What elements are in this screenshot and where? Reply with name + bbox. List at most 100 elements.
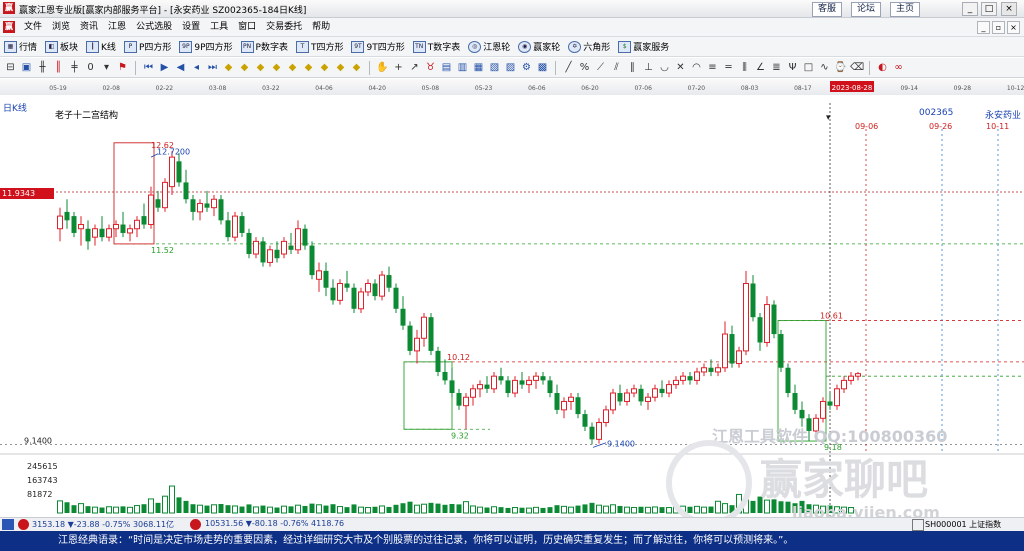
diamond-right-icon[interactable]: ◆ [286,61,299,74]
cycle-icon[interactable]: ◡ [658,61,671,74]
fan-icon[interactable]: ⟋ [594,61,607,74]
sh-index-quote[interactable]: 3153.18 ▼-23.88 -0.75% 3068.11亿 [32,519,174,530]
trendline-icon[interactable]: ↗ [408,61,421,74]
minimize-button[interactable]: _ [962,2,978,16]
diamond-up-icon[interactable]: ◆ [238,61,251,74]
calendar-icon[interactable]: ▦ [472,61,485,74]
layout-icon[interactable]: ▣ [20,61,33,74]
menu-formula-screen[interactable]: 公式选股 [131,21,177,33]
sz-index-quote[interactable]: 10531.56 ▼-80.18 -0.76% 4118.76 [205,519,344,528]
menu-trade[interactable]: 交易委托 [261,21,307,33]
gann-wheel-button[interactable]: ◎ 江恩轮 [468,40,510,53]
sector-button[interactable]: ◧ 板块 [45,40,78,53]
candle-body [757,317,763,343]
menu-window[interactable]: 窗口 [233,21,261,33]
text-box-icon[interactable]: ▥ [456,61,469,74]
candle-body [323,270,329,288]
delete-icon[interactable]: ⌫ [850,61,864,74]
menu-gann[interactable]: 江恩 [103,21,131,33]
cup-icon[interactable]: ♉ [424,61,437,74]
diamond-left-icon[interactable]: ◆ [270,61,283,74]
gann-line-icon[interactable]: ⫼ [738,61,751,74]
hexagon-button[interactable]: ✡ 六角形 [568,40,610,53]
diamond-zoom-in-icon[interactable]: ◆ [302,61,315,74]
diamond-zoom-out-icon[interactable]: ◆ [318,61,331,74]
play-left-icon[interactable]: ◀ [174,61,187,74]
candle-body [743,283,749,352]
last-bar-icon[interactable]: ⏭ [206,61,219,74]
speed-icon[interactable]: ≣ [770,61,783,74]
kline-button[interactable]: ┃ K线 [86,40,116,53]
menu-tools[interactable]: 工具 [205,21,233,33]
arc-icon[interactable]: ◠ [690,61,703,74]
forum-link[interactable]: 论坛 [851,2,882,17]
crosshair-icon[interactable]: + [392,61,405,74]
mdi-minimize-button[interactable]: _ [977,21,990,34]
tools-icon[interactable]: ⚙ [520,61,533,74]
mdi-restore-button[interactable]: ▫ [992,21,1005,34]
winner-service-button[interactable]: $ 赢家服务 [618,40,669,53]
volume-bar [71,505,77,513]
time-icon[interactable]: ⌚ [834,61,847,74]
homepage-link[interactable]: 主页 [890,2,921,17]
line-tool-icon[interactable]: ╱ [562,61,575,74]
t-number-table-button[interactable]: TN T数字表 [412,40,460,53]
diamond-reset-icon[interactable]: ◆ [350,61,363,74]
square-icon[interactable]: □ [802,61,815,74]
9t-square-button[interactable]: 9T 9T四方形 [351,40,405,53]
bar-chart-icon[interactable]: ║ [52,61,65,74]
record-icon[interactable]: ◐ [876,61,889,74]
menu-browse[interactable]: 浏览 [47,21,75,33]
menu-bar: 赢 文件 浏览 资讯 江恩 公式选股 设置 工具 窗口 交易委托 帮助 _ ▫ … [0,18,1024,37]
index-label[interactable]: SH000001 上证指数 [925,519,1001,530]
channel-icon[interactable]: ⫽ [610,61,623,74]
volume-bar [428,502,434,513]
ruler-icon[interactable]: ⊥ [642,61,655,74]
grid-status-icon[interactable] [2,519,14,530]
first-bar-icon[interactable]: ⏮ [142,61,155,74]
app-menu-icon[interactable]: 赢 [3,21,15,33]
period-select-icon[interactable]: ⊟ [4,61,17,74]
step-back-icon[interactable]: ◂ [190,61,203,74]
customer-service-link[interactable]: 客服 [812,2,843,17]
infinity-icon[interactable]: ∞ [892,61,905,74]
flag-icon[interactable]: ⚑ [116,61,129,74]
percent-icon[interactable]: % [578,61,591,74]
menu-file[interactable]: 文件 [19,21,47,33]
play-right-icon[interactable]: ▶ [158,61,171,74]
parallel-icon[interactable]: ∥ [626,61,639,74]
diamond-icon[interactable]: ◆ [222,61,235,74]
menu-news[interactable]: 资讯 [75,21,103,33]
diamond-fit-icon[interactable]: ◆ [334,61,347,74]
wave-icon[interactable]: ∿ [818,61,831,74]
p-square-button[interactable]: P P四方形 [123,40,171,53]
maximize-button[interactable]: □ [981,2,997,16]
p-number-table-button[interactable]: PN P数字表 [240,40,288,53]
fib-icon[interactable]: ≡ [706,61,719,74]
dropdown-icon[interactable]: ▾ [100,61,113,74]
pitchfork-icon[interactable]: Ψ [786,61,799,74]
angle-icon[interactable]: ∠ [754,61,767,74]
quote-button[interactable]: ▦ 行情 [4,40,37,53]
hand-icon[interactable]: ✋ [376,61,389,74]
mark-icon[interactable]: ✕ [674,61,687,74]
mdi-close-button[interactable]: × [1007,21,1020,34]
color-icon[interactable]: ▩ [536,61,549,74]
menu-help[interactable]: 帮助 [307,21,335,33]
level-icon[interactable]: ═ [722,61,735,74]
line-chart-icon[interactable]: ╪ [68,61,81,74]
9p-square-button[interactable]: 9P 9P四方形 [179,40,233,53]
close-button[interactable]: × [1001,2,1017,16]
menu-settings[interactable]: 设置 [177,21,205,33]
volume-bar [379,505,385,514]
grid-view-icon[interactable]: ▨ [504,61,517,74]
t-square-button[interactable]: T T四方形 [295,40,343,53]
volume-bar [323,505,329,513]
winner-wheel-button[interactable]: ◉ 赢家轮 [518,40,560,53]
table-icon[interactable]: ▧ [488,61,501,74]
candle-chart-icon[interactable]: ╫ [36,61,49,74]
volume-bar [232,505,238,514]
diamond-down-icon[interactable]: ◆ [254,61,267,74]
box-icon[interactable]: ▤ [440,61,453,74]
zero-axis-icon[interactable]: 0 [84,61,97,74]
